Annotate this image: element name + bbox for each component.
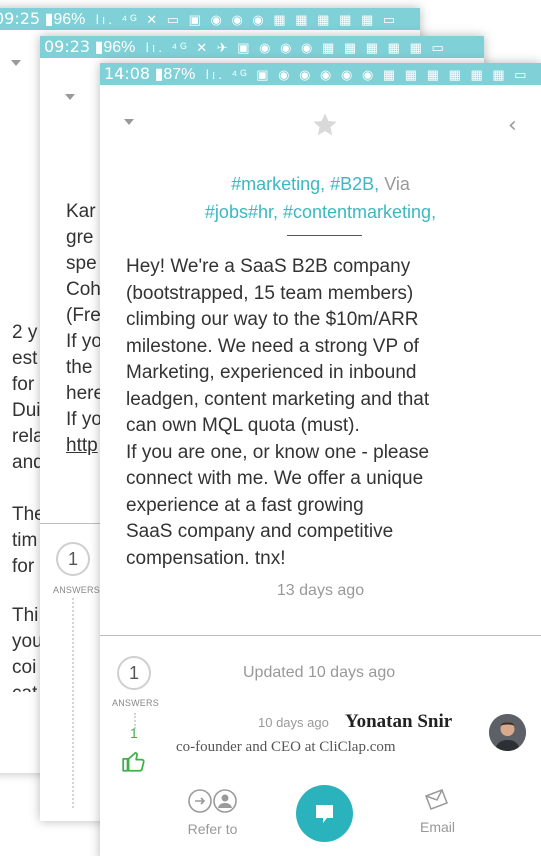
question-text-fragment: rela: [12, 426, 44, 447]
answerer-title: co-founder and CEO at CliClap.com: [176, 739, 396, 755]
answer-timestamp: 10 days ago: [258, 715, 329, 730]
avatar[interactable]: [489, 714, 526, 751]
upvote-count: 1: [130, 725, 138, 741]
star-icon[interactable]: [311, 111, 339, 139]
question-text-fragment: the: [66, 357, 93, 378]
question-card: 14:08 ▮87% lı. ⁴ᴳ ▣ ◉ ◉ ◉ ◉ ◉ ▦ ▦ ▦ ▦ ▦ …: [100, 63, 541, 856]
topics-divider: [287, 235, 362, 236]
thumbs-up-icon[interactable]: [121, 748, 147, 774]
question-text-fragment: for: [12, 374, 35, 395]
status-bar: 09:23 ▮96% lı. ⁴ᴳ ✕ ✈ ▣ ◉ ◉ ◉ ▦ ▦ ▦ ▦ ▦ …: [40, 36, 484, 58]
back-chevron-icon[interactable]: ‹: [508, 113, 517, 138]
person-photo-icon: [489, 714, 526, 751]
question-text-fragment: If yo: [66, 409, 102, 430]
question-link[interactable]: http: [66, 436, 98, 456]
notification-icons: lı. ⁴ᴳ ✕ ✈ ▣ ◉ ◉ ◉ ▦ ▦ ▦ ▦ ▦ ▭: [145, 40, 447, 55]
notification-icons: lı. ⁴ᴳ ▣ ◉ ◉ ◉ ◉ ◉ ▦ ▦ ▦ ▦ ▦ ▦ ▭: [205, 67, 530, 82]
question-text-fragment: tim: [12, 530, 38, 551]
answer-updated: Updated 10 days ago: [243, 664, 396, 681]
divider: [100, 635, 541, 636]
refer-icon: [187, 789, 237, 813]
question-text: Hey! We're a SaaS B2B company (bootstrap…: [126, 256, 430, 569]
answers-count[interactable]: 1: [56, 542, 90, 576]
refer-to-button[interactable]: Refer to: [175, 788, 250, 837]
collapse-chevron-icon[interactable]: [11, 60, 21, 66]
answers-count[interactable]: 1: [117, 656, 151, 690]
question-text-fragment: here: [66, 383, 105, 404]
question-text-fragment: If yo: [66, 331, 102, 352]
via-label: Via: [384, 174, 410, 194]
status-bar: 14:08 ▮87% lı. ⁴ᴳ ▣ ◉ ◉ ◉ ◉ ◉ ▦ ▦ ▦ ▦ ▦ …: [100, 63, 541, 85]
envelope-icon: [424, 789, 448, 810]
collapse-chevron-icon[interactable]: [124, 119, 134, 125]
question-text-fragment: Thi: [12, 605, 39, 626]
battery-level: 96%: [53, 11, 86, 28]
email-label: Email: [419, 819, 455, 835]
status-time: 09:23: [44, 37, 91, 56]
question-text-fragment: Dui: [12, 400, 41, 421]
answers-label: ANSWERS: [53, 585, 100, 595]
answers-label: ANSWERS: [112, 698, 159, 708]
question-text-fragment: you: [12, 631, 43, 652]
battery-level: 87%: [163, 66, 196, 83]
collapse-chevron-icon[interactable]: [65, 94, 75, 100]
notification-icons: lı. ⁴ᴳ ✕ ▭ ▣ ◉ ◉ ◉ ▦ ▦ ▦ ▦ ▦ ▭: [95, 12, 399, 27]
question-text-fragment: Kar: [66, 201, 96, 222]
question-text-fragment: coi: [12, 657, 37, 678]
answer-thread-line: [72, 598, 74, 808]
topic-tags[interactable]: #jobs#hr, #contentmarketing,: [100, 198, 541, 226]
question-text-fragment: gre: [66, 227, 94, 248]
chat-bubble-icon: [316, 805, 333, 823]
status-time: 09:25: [0, 9, 41, 28]
topic-tags[interactable]: #marketing, #B2B,: [231, 174, 379, 194]
question-text-fragment: (Fre: [66, 305, 101, 326]
question-text-fragment: est: [12, 348, 38, 369]
answer-fab-button[interactable]: [296, 785, 353, 842]
question-text-fragment: and: [12, 452, 44, 473]
status-bar: 09:25 ▮96% lı. ⁴ᴳ ✕ ▭ ▣ ◉ ◉ ◉ ▦ ▦ ▦ ▦ ▦ …: [0, 8, 420, 30]
question-text-fragment: cat: [12, 684, 37, 692]
status-time: 14:08: [104, 64, 151, 83]
topics: #marketing, #B2B, Via #jobs#hr, #content…: [100, 170, 541, 226]
question-text-fragment: Coh: [66, 279, 101, 300]
question-text-fragment: 2 y: [12, 322, 38, 343]
refer-label: Refer to: [187, 821, 238, 837]
question-text-fragment: for: [12, 556, 35, 577]
answerer-name[interactable]: Yonatan Snir: [345, 711, 452, 733]
battery-level: 96%: [103, 39, 136, 56]
question-timestamp: 13 days ago: [276, 582, 365, 599]
question-text-fragment: spe: [66, 253, 97, 274]
email-button[interactable]: Email: [400, 788, 475, 835]
